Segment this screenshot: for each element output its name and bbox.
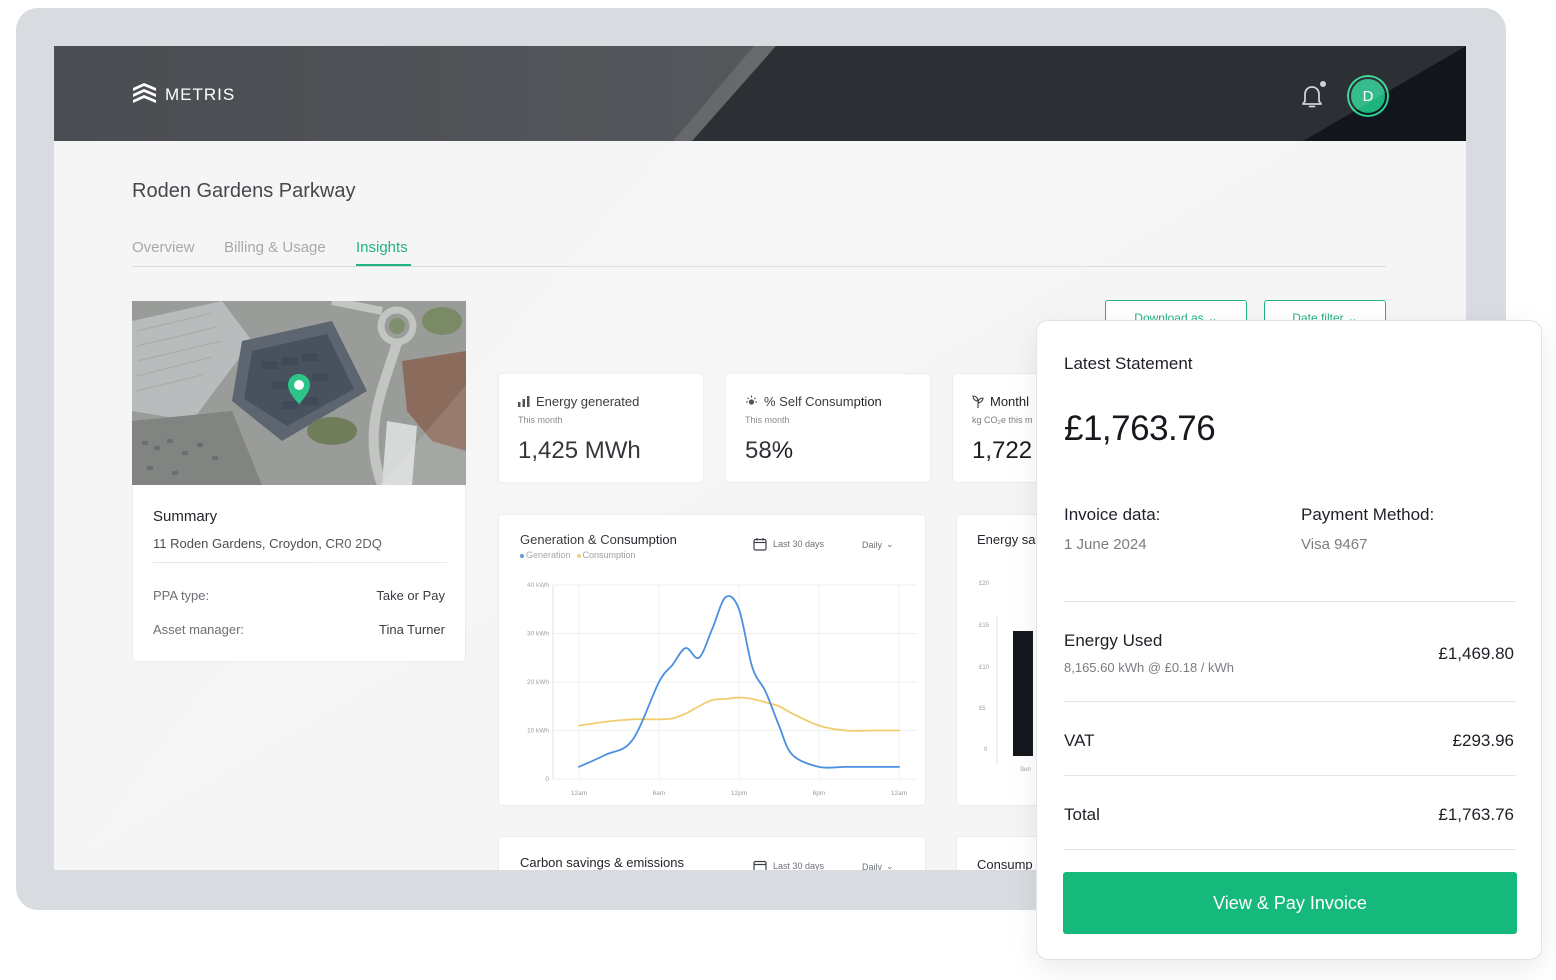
y-tick: £15 (979, 623, 990, 629)
carbon-period-selector[interactable]: Last 30 days (753, 859, 824, 870)
energy-savings-title: Energy sa (977, 532, 1036, 547)
stat-value: 1,425 MWh (518, 437, 641, 464)
y-tick-label: 10 kWh (527, 728, 549, 735)
granularity-dropdown[interactable]: Daily ⌄ (862, 539, 894, 550)
total-label: Total (1064, 805, 1100, 824)
stat-value: 58% (745, 437, 794, 464)
summary-address: 11 Roden Gardens, Croydon, CR0 2DQ (153, 536, 382, 551)
top-bar-accent (54, 46, 776, 141)
summary-card: Summary 11 Roden Gardens, Croydon, CR0 2… (132, 485, 466, 662)
vat-value: £293.96 (1452, 731, 1514, 750)
granularity-label: Daily (862, 861, 883, 871)
sun-icon (746, 395, 757, 405)
carbon-title: Carbon savings & emissions (520, 855, 685, 870)
y-tick-label: 0 (545, 776, 549, 783)
generation-consumption-card: Generation & Consumption Generation Cons… (498, 514, 926, 806)
location-pin-icon[interactable] (287, 373, 311, 405)
x-tick-label: 12pm (731, 790, 747, 797)
statement-divider (1064, 849, 1516, 850)
x-tick-label: 6pm (813, 790, 826, 797)
brand-name: METRIS (165, 84, 236, 104)
y-tick-label: 40 kWh (527, 582, 549, 589)
stat-title: % Self Consumption (764, 394, 882, 409)
asset-manager-label: Asset manager: (153, 622, 245, 637)
payment-method-value: Visa 9467 (1301, 536, 1368, 553)
stat-title: Energy generated (536, 394, 640, 409)
carbon-granularity-dropdown[interactable]: Daily ⌄ (862, 861, 894, 870)
vat-label: VAT (1064, 731, 1095, 750)
tab-bar: Overview Billing & Usage Insights (132, 237, 1386, 267)
chart-legend: Generation Consumption (520, 550, 636, 560)
x-tick-label: 6am (653, 790, 666, 797)
chevron-down-icon: ⌄ (886, 539, 894, 549)
chevron-down-icon: ⌄ (886, 861, 894, 870)
stat-subtitle: This month (518, 415, 563, 425)
y-tick-label: 20 kWh (527, 679, 549, 686)
active-tab-indicator (356, 264, 411, 266)
energy-used-value: £1,469.80 (1438, 644, 1514, 663)
brand-logo[interactable]: METRIS (132, 82, 235, 107)
stat-subtitle: This month (745, 415, 790, 425)
view-pay-invoice-button[interactable]: View & Pay Invoice (1063, 872, 1517, 934)
statement-amount: £1,763.76 (1064, 409, 1216, 448)
invoice-date-label: Invoice data: (1064, 505, 1161, 524)
x-tick: Sun (1020, 767, 1031, 773)
calendar-icon (753, 538, 767, 551)
y-tick: 0 (984, 747, 988, 753)
summary-divider (153, 562, 447, 563)
total-value: £1,763.76 (1438, 805, 1514, 824)
statement-divider (1064, 701, 1516, 702)
payment-method-label: Payment Method: (1301, 505, 1435, 524)
invoice-date-value: 1 June 2024 (1064, 536, 1147, 553)
carbon-savings-card: Carbon savings & emissions Last 30 days … (498, 836, 926, 870)
tab-overview[interactable]: Overview (132, 239, 195, 256)
x-tick-label: 12am (891, 790, 907, 797)
chart-title: Generation & Consumption (520, 532, 677, 547)
page-title: Roden Gardens Parkway (132, 180, 356, 202)
y-tick-label: 30 kWh (527, 631, 549, 638)
legend-consumption: Consumption (576, 550, 636, 560)
savings-bar (1013, 631, 1033, 756)
tab-insights[interactable]: Insights (356, 239, 408, 256)
metris-logo-icon (133, 83, 156, 103)
calendar-icon (753, 860, 767, 870)
asset-manager-value: Tina Turner (379, 622, 445, 637)
granularity-label: Daily (862, 539, 883, 550)
x-tick-label: 12am (571, 790, 587, 797)
user-avatar[interactable]: D (1349, 77, 1387, 115)
top-bar: METRIS D (54, 46, 1466, 141)
ppa-type-value: Take or Pay (376, 588, 445, 603)
site-aerial-map[interactable] (132, 301, 466, 485)
period-selector[interactable]: Last 30 days (753, 537, 824, 551)
legend-generation: Generation (520, 550, 571, 560)
energy-used-detail: 8,165.60 kWh @ £0.18 / kWh (1064, 660, 1235, 675)
stat-value: 1,722 (972, 437, 1033, 464)
y-tick: £10 (979, 665, 990, 671)
period-label: Last 30 days (773, 539, 825, 549)
statement-divider (1064, 775, 1516, 776)
statement-divider (1064, 601, 1516, 602)
stat-title: Monthl (990, 394, 1030, 409)
y-tick: £20 (979, 581, 990, 587)
energy-used-label: Energy Used (1064, 631, 1163, 650)
consumption-title: Consump (977, 857, 1033, 870)
period-label: Last 30 days (773, 861, 825, 870)
stat-card-self-consumption: % Self Consumption This month 58% (725, 373, 931, 483)
plant-icon (972, 395, 984, 408)
y-tick: £5 (979, 706, 986, 712)
statement-title: Latest Statement (1064, 354, 1193, 373)
notification-dot (1320, 81, 1326, 87)
tab-billing-usage[interactable]: Billing & Usage (224, 239, 326, 256)
notification-bell-icon[interactable] (1300, 84, 1324, 110)
ppa-type-label: PPA type: (153, 588, 210, 603)
stat-subtitle: kg CO₂e this m (972, 415, 1033, 425)
summary-title: Summary (153, 508, 218, 525)
stat-card-energy-generated: Energy generated This month 1,425 MWh (498, 373, 704, 483)
latest-statement-card: Latest Statement £1,763.76 Invoice data:… (1036, 320, 1542, 960)
generation-consumption-chart: 40 kWh 30 kWh 20 kWh 10 kWh 0 12am 6am 12pm 6pm 1… (527, 582, 917, 797)
bar-chart-icon (518, 396, 530, 407)
